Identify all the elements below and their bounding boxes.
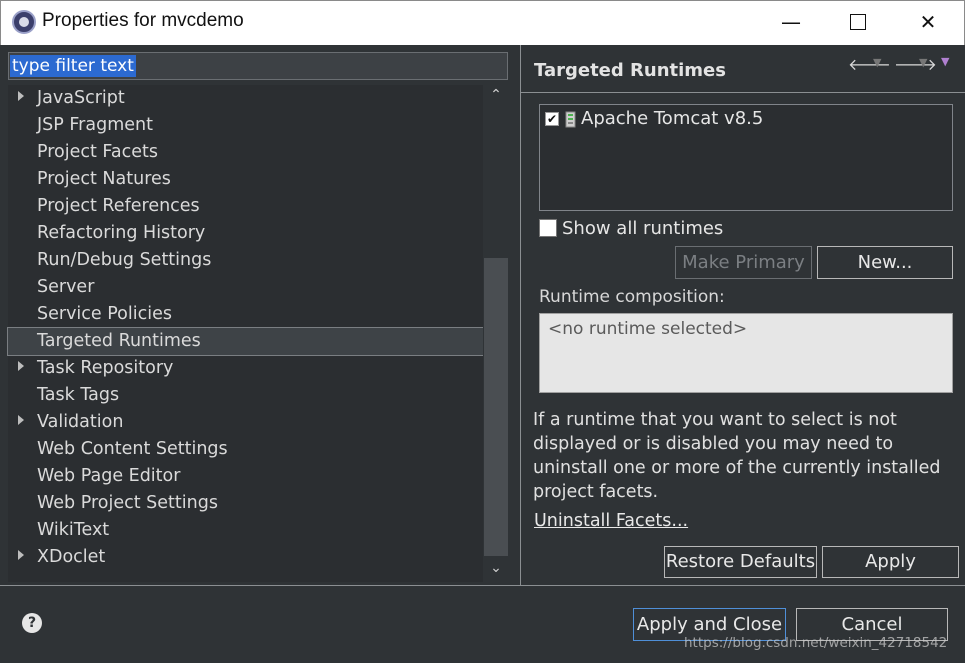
- uninstall-facets-link[interactable]: Uninstall Facets...: [534, 511, 688, 531]
- tree-item-label: Refactoring History: [37, 223, 206, 243]
- view-menu-icon[interactable]: ▼: [941, 55, 949, 68]
- tree-item[interactable]: Refactoring History: [8, 220, 483, 247]
- runtime-label[interactable]: Apache Tomcat v8.5: [581, 108, 763, 129]
- tree-item-label: Task Repository: [37, 358, 174, 378]
- show-all-runtimes-checkbox[interactable]: [539, 219, 557, 237]
- runtime-composition-label: Runtime composition:: [539, 287, 725, 307]
- tree-item-label: Run/Debug Settings: [37, 250, 212, 270]
- filter-input-text[interactable]: type filter text: [10, 55, 136, 77]
- scroll-up-icon[interactable]: ⌃: [483, 87, 509, 109]
- back-arrow-icon[interactable]: 🡐: [848, 54, 891, 74]
- tree-item-label: JSP Fragment: [37, 115, 153, 135]
- tree-item-label: Validation: [37, 412, 124, 432]
- tree-item-label: WikiText: [37, 520, 110, 540]
- tree-item-label: Web Content Settings: [37, 439, 228, 459]
- header-separator: [521, 92, 965, 93]
- runtime-checkbox[interactable]: ✔: [545, 112, 559, 126]
- tomcat-server-icon: [565, 111, 576, 128]
- help-icon[interactable]: ?: [22, 613, 42, 633]
- page-title: Targeted Runtimes: [534, 60, 726, 81]
- tree-item[interactable]: Project Natures: [8, 166, 483, 193]
- runtime-composition-value: <no runtime selected>: [548, 319, 748, 339]
- tree-item[interactable]: Web Content Settings: [8, 436, 483, 463]
- tree-item[interactable]: Project Facets: [8, 139, 483, 166]
- tree-item-label: Project References: [37, 196, 200, 216]
- tree-item[interactable]: WikiText: [8, 517, 483, 544]
- tree-item[interactable]: JavaScript: [8, 85, 483, 112]
- scrollbar-thumb[interactable]: [484, 258, 508, 556]
- tree-item-label: Project Natures: [37, 169, 171, 189]
- tree-item-label: Project Facets: [37, 142, 158, 162]
- tree-item-label: XDoclet: [37, 547, 106, 567]
- tree-item-label: Web Project Settings: [37, 493, 218, 513]
- tree-item-label: JavaScript: [37, 88, 125, 108]
- minimize-button[interactable]: —: [776, 8, 806, 36]
- watermark: https://blog.csdn.net/weixin_42718542: [684, 635, 948, 651]
- tree-item[interactable]: JSP Fragment: [8, 112, 483, 139]
- new-runtime-button[interactable]: New...: [817, 246, 953, 279]
- tree-item[interactable]: Web Project Settings: [8, 490, 483, 517]
- tree-item[interactable]: Server: [8, 274, 483, 301]
- tree-item[interactable]: Run/Debug Settings: [8, 247, 483, 274]
- expand-arrow-icon[interactable]: [18, 415, 24, 425]
- tree-item[interactable]: Project References: [8, 193, 483, 220]
- tree-item[interactable]: Web Page Editor: [8, 463, 483, 490]
- expand-arrow-icon[interactable]: [18, 361, 24, 371]
- tree-item-label: Targeted Runtimes: [37, 331, 201, 351]
- maximize-icon: [850, 14, 866, 30]
- tree-item[interactable]: XDoclet: [8, 544, 483, 571]
- restore-defaults-button[interactable]: Restore Defaults: [664, 546, 817, 578]
- window-title: Properties for mvcdemo: [42, 10, 244, 31]
- expand-arrow-icon[interactable]: [18, 91, 24, 101]
- tree-item-label: Web Page Editor: [37, 466, 181, 486]
- back-dropdown-icon[interactable]: ▼: [873, 56, 881, 69]
- tree-item[interactable]: Task Repository: [8, 355, 483, 382]
- apply-button[interactable]: Apply: [822, 546, 959, 578]
- expand-arrow-icon[interactable]: [18, 550, 24, 560]
- eclipse-app-icon: [12, 10, 36, 34]
- forward-dropdown-icon[interactable]: ▼: [919, 56, 927, 69]
- tree-item[interactable]: Task Tags: [8, 382, 483, 409]
- tree-item-label: Service Policies: [37, 304, 172, 324]
- tree-item-label: Task Tags: [37, 385, 120, 405]
- runtime-info-text: If a runtime that you want to select is …: [533, 410, 941, 502]
- show-all-runtimes-label[interactable]: Show all runtimes: [562, 218, 723, 239]
- maximize-button[interactable]: [843, 8, 873, 36]
- tree-item[interactable]: Service Policies: [8, 301, 483, 328]
- close-button[interactable]: ✕: [913, 8, 943, 36]
- tree-item-label: Server: [37, 277, 95, 297]
- tree-item[interactable]: Validation: [8, 409, 483, 436]
- forward-arrow-icon[interactable]: 🡒: [894, 54, 937, 74]
- property-page-tree[interactable]: JavaScript JSP Fragment Project Facets Proj…: [7, 85, 484, 582]
- scroll-down-icon[interactable]: ⌄: [483, 560, 509, 582]
- make-primary-button[interactable]: Make Primary: [675, 246, 812, 279]
- tree-item[interactable]: Targeted Runtimes: [7, 327, 484, 356]
